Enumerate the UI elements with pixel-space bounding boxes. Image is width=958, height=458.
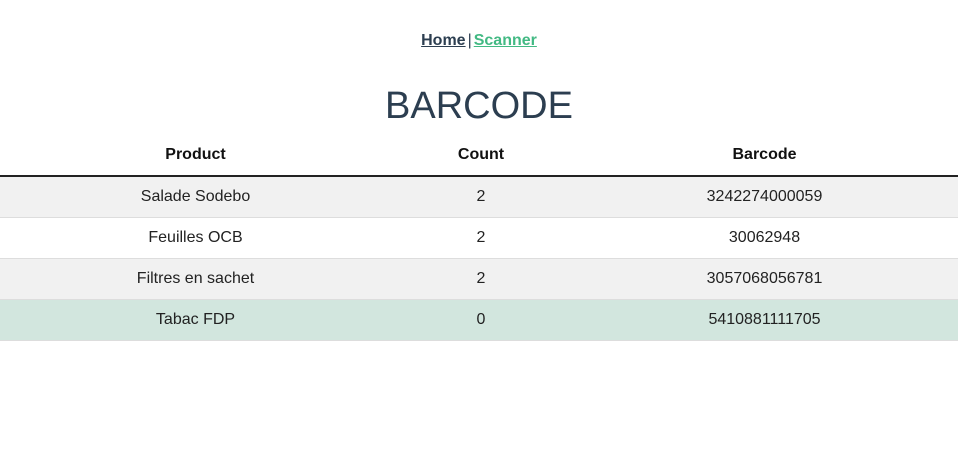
column-header-count[interactable]: Count (391, 135, 571, 177)
table-row[interactable]: Salade Sodebo 2 3242274000059 (0, 176, 958, 218)
page-title: BARCODE (385, 85, 573, 127)
home-link[interactable]: Home (421, 32, 465, 49)
table-header-row: Product Count Barcode (0, 135, 958, 177)
table-row[interactable]: Filtres en sachet 2 3057068056781 (0, 258, 958, 300)
cell-barcode: 30062948 (571, 217, 958, 259)
column-header-product[interactable]: Product (0, 135, 391, 177)
cell-barcode: 5410881111705 (571, 299, 958, 341)
cell-count: 2 (391, 176, 571, 218)
table-row[interactable]: Feuilles OCB 2 30062948 (0, 217, 958, 259)
cell-count: 2 (391, 258, 571, 300)
column-header-barcode[interactable]: Barcode (571, 135, 958, 177)
barcode-table: Product Count Barcode Salade Sodebo 2 32… (0, 135, 958, 341)
cell-product: Tabac FDP (0, 299, 391, 341)
cell-barcode: 3057068056781 (571, 258, 958, 300)
table-row-highlighted[interactable]: Tabac FDP 0 5410881111705 (0, 299, 958, 341)
scanner-link[interactable]: Scanner (474, 32, 537, 49)
cell-count: 2 (391, 217, 571, 259)
nav-separator: | (467, 32, 472, 49)
cell-product: Filtres en sachet (0, 258, 391, 300)
cell-count: 0 (391, 299, 571, 341)
cell-product: Salade Sodebo (0, 176, 391, 218)
cell-product: Feuilles OCB (0, 217, 391, 259)
top-nav: Home | Scanner (0, 31, 958, 51)
cell-barcode: 3242274000059 (571, 176, 958, 218)
